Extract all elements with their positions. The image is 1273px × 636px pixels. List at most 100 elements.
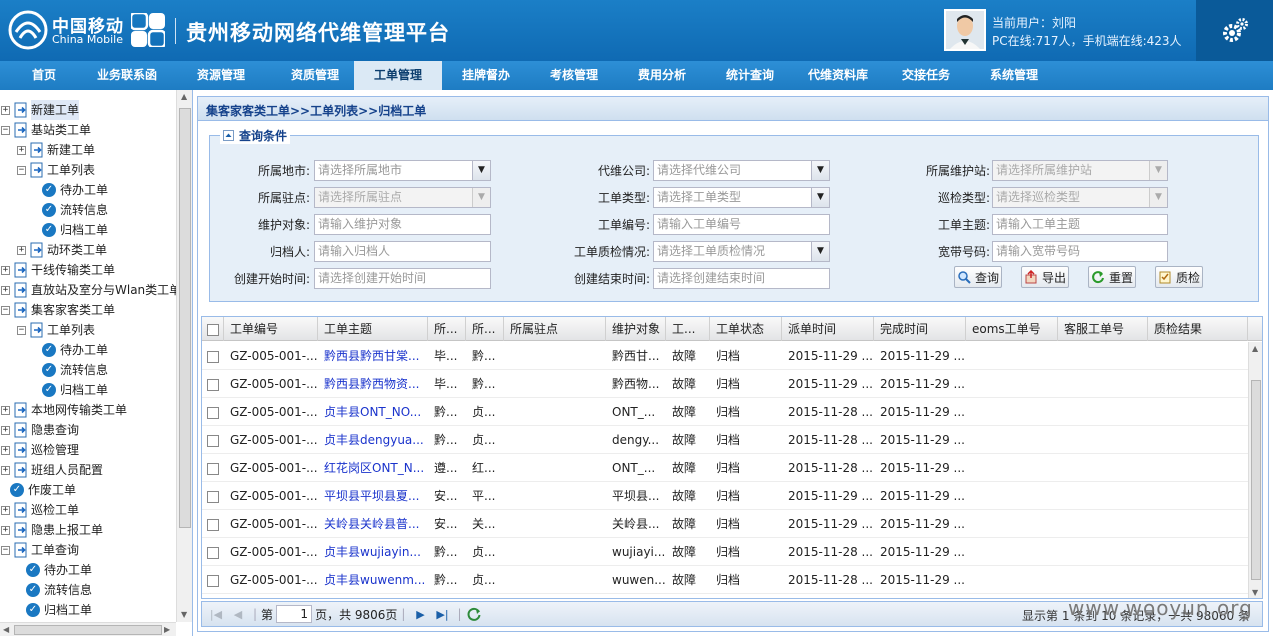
expand-icon[interactable]: +	[1, 465, 10, 475]
tree-node[interactable]: + 巡检管理	[1, 440, 79, 460]
nav-item-system[interactable]: 系统管理	[970, 61, 1058, 90]
page-number-input[interactable]: 1	[276, 605, 313, 623]
order-subject-link[interactable]: 贞丰县dengyua...	[318, 426, 428, 454]
row-checkbox[interactable]	[207, 378, 219, 391]
export-button[interactable]: 导出	[1021, 266, 1069, 288]
tree-node[interactable]: − 工单列表	[17, 320, 95, 340]
tree-node[interactable]: ✓ 归档工单	[42, 220, 108, 240]
table-row[interactable]: GZ-005-001-... 红花岗区ONT_N... 遵... 红... ONT_..…	[202, 454, 1248, 482]
tree-horizontal-scrollbar[interactable]: ◀ ▶	[0, 622, 176, 636]
inspect-type-select[interactable]: 请选择巡检类型	[992, 187, 1168, 208]
type-select[interactable]: 请选择工单类型	[653, 187, 830, 208]
row-checkbox[interactable]	[207, 462, 219, 475]
tree-node[interactable]: + 巡检工单	[1, 500, 79, 520]
nav-item-library[interactable]: 代维资料库	[794, 61, 882, 90]
nav-item-handover[interactable]: 交接任务	[882, 61, 970, 90]
first-page-icon[interactable]: |◀	[208, 606, 224, 622]
column-header[interactable]: 工单编号	[224, 317, 318, 341]
table-row[interactable]: GZ-005-001-... 关岭县关岭县普... 安... 关... 关岭县... 故障…	[202, 510, 1248, 538]
tree-node[interactable]: + 新建工单	[17, 140, 95, 160]
tree-node[interactable]: − 集客家客类工单	[1, 300, 115, 320]
expand-icon[interactable]: +	[1, 505, 10, 515]
column-header[interactable]: 派单时间	[782, 317, 874, 341]
broadband-input[interactable]: 请输入宽带号码	[992, 241, 1168, 262]
subject-input[interactable]: 请输入工单主题	[992, 214, 1168, 235]
expand-icon[interactable]: +	[17, 245, 26, 255]
column-header[interactable]: 工单主题	[318, 317, 428, 341]
row-select-cell[interactable]	[202, 482, 224, 510]
table-row[interactable]: GZ-005-001-... 贞丰县ONT_NO... 黔... 贞... ONT_..…	[202, 398, 1248, 426]
expand-icon[interactable]: +	[1, 105, 10, 115]
scroll-left-icon[interactable]: ◀	[3, 625, 9, 634]
select-all-cell[interactable]	[202, 317, 224, 341]
reset-button[interactable]: 重置	[1088, 266, 1136, 288]
collapse-icon[interactable]: −	[17, 165, 26, 175]
table-row[interactable]: GZ-005-001-... 黔西县黔西物资... 毕... 黔... 黔西物... 故障…	[202, 370, 1248, 398]
user-avatar[interactable]	[944, 9, 986, 51]
scroll-up-icon[interactable]: ▲	[181, 92, 187, 101]
row-select-cell[interactable]	[202, 370, 224, 398]
table-row[interactable]: GZ-005-001-... 贞丰县wuwenm... 黔... 贞... wuwen.…	[202, 566, 1248, 594]
column-header[interactable]: 完成时间	[874, 317, 966, 341]
expand-icon[interactable]: +	[1, 285, 10, 295]
tree-node[interactable]: − 工单列表	[17, 160, 95, 180]
expand-icon[interactable]: +	[1, 445, 10, 455]
row-checkbox[interactable]	[207, 350, 219, 363]
column-header[interactable]: 工...	[666, 317, 710, 341]
expand-icon[interactable]: +	[1, 405, 10, 415]
order-subject-link[interactable]: 黔西县黔西甘棠...	[318, 342, 428, 370]
tree-node[interactable]: + 干线传输类工单	[1, 260, 115, 280]
tree-node[interactable]: ✓ 流转信息	[42, 200, 108, 220]
tree-node[interactable]: − 基站类工单	[1, 120, 91, 140]
scroll-right-icon[interactable]: ▶	[164, 625, 170, 634]
tree-node[interactable]: ✓ 作废工单	[10, 480, 76, 500]
tree-node[interactable]: ✓ 归档工单	[42, 380, 108, 400]
order-subject-link[interactable]: 红花岗区ONT_N...	[318, 454, 428, 482]
company-select[interactable]: 请选择代维公司	[653, 160, 830, 181]
tree-node[interactable]: ✓ 待办工单	[26, 560, 92, 580]
row-select-cell[interactable]	[202, 426, 224, 454]
order-subject-link[interactable]: 黔西县黔西物资...	[318, 370, 428, 398]
site-dropdown-icon[interactable]: ▼	[472, 188, 490, 207]
column-header[interactable]: 客服工单号	[1058, 317, 1148, 341]
next-page-icon[interactable]: ▶	[412, 606, 428, 622]
station-select[interactable]: 请选择所属维护站	[992, 160, 1168, 181]
tree-node[interactable]: + 动环类工单	[17, 240, 107, 260]
select-all-checkbox[interactable]	[207, 323, 219, 336]
qc-button[interactable]: 质检	[1155, 266, 1203, 288]
tree-vertical-scrollbar[interactable]: ▲ ▼	[176, 90, 192, 622]
nav-item-business-letter[interactable]: 业务联系函	[88, 61, 166, 90]
grid-vertical-scrollbar[interactable]: ▲ ▼	[1248, 342, 1262, 598]
search-button[interactable]: 查询	[954, 266, 1002, 288]
table-row[interactable]: GZ-005-001-... 贞丰县wujiayin... 黔... 贞... wuji…	[202, 538, 1248, 566]
expand-icon[interactable]: +	[1, 265, 10, 275]
tree-node[interactable]: + 隐患查询	[1, 420, 79, 440]
row-select-cell[interactable]	[202, 342, 224, 370]
tree-node[interactable]: ✓ 流转信息	[42, 360, 108, 380]
create-start-input[interactable]: 请选择创建开始时间	[314, 268, 491, 289]
row-select-cell[interactable]	[202, 566, 224, 594]
column-header[interactable]: 所属驻点	[504, 317, 606, 341]
last-page-icon[interactable]: ▶|	[434, 606, 450, 622]
collapse-icon[interactable]	[223, 130, 234, 141]
row-checkbox[interactable]	[207, 406, 219, 419]
company-dropdown-icon[interactable]: ▼	[811, 161, 829, 180]
station-dropdown-icon[interactable]: ▼	[1149, 161, 1167, 180]
collapse-icon[interactable]: −	[17, 325, 26, 335]
order-subject-link[interactable]: 贞丰县ONT_NO...	[318, 398, 428, 426]
row-checkbox[interactable]	[207, 518, 219, 531]
row-checkbox[interactable]	[207, 546, 219, 559]
table-row[interactable]: GZ-005-001-... 平坝县平坝县夏... 安... 平... 平坝县... 故障…	[202, 482, 1248, 510]
order-subject-link[interactable]: 平坝县平坝县夏...	[318, 482, 428, 510]
nav-item-qualification[interactable]: 资质管理	[276, 61, 354, 90]
nav-item-home[interactable]: 首页	[0, 61, 88, 90]
expand-icon[interactable]: +	[17, 145, 26, 155]
row-checkbox[interactable]	[207, 574, 219, 587]
tree-node[interactable]: + 直放站及室分与Wlan类工单	[1, 280, 176, 300]
order-subject-link[interactable]: 关岭县关岭县普...	[318, 510, 428, 538]
expand-icon[interactable]: +	[1, 425, 10, 435]
refresh-icon[interactable]	[466, 606, 482, 622]
tree-scroll-thumb[interactable]	[179, 108, 191, 528]
city-dropdown-icon[interactable]: ▼	[472, 161, 490, 180]
qc-status-select[interactable]: 请选择工单质检情况	[653, 241, 830, 262]
